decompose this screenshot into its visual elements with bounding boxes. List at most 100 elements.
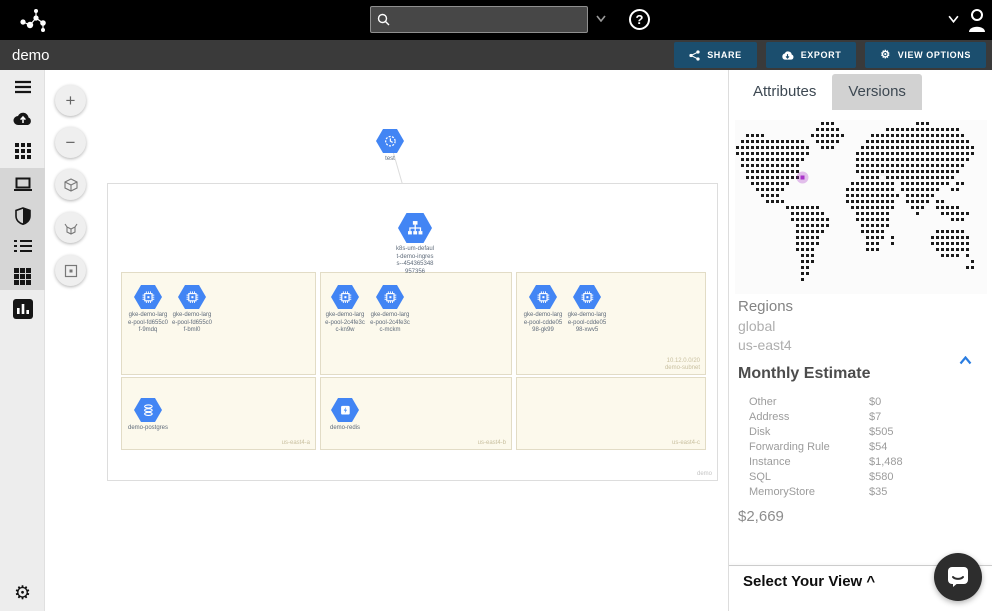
expand-view-button[interactable] [55,212,86,243]
tab-attributes[interactable]: Attributes [737,74,832,110]
list-icon [14,239,32,253]
view-options-label: VIEW OPTIONS [898,50,971,60]
view-options-button[interactable]: ⚙ VIEW OPTIONS [865,42,986,68]
estimate-row: Address $7 [749,411,969,423]
chat-icon [947,566,969,588]
help-icon[interactable]: ? [629,9,650,30]
region-item: us-east4 [738,337,792,353]
select-view-label: Select Your View [743,573,862,590]
sidebar-cloud-sync-button[interactable] [0,103,45,133]
estimate-label: SQL [749,471,771,483]
page-title: demo [12,47,674,64]
estimate-value: $0 [869,396,881,408]
box-corner-label: us-east4-b [478,440,506,447]
caret-up-icon: ^ [866,573,875,590]
gear-icon: ⚙ [880,50,890,61]
diagram-canvas[interactable]: demo 10.12.0.0/20demo-subnet us-east4-a … [45,70,728,611]
export-label: EXPORT [801,50,842,60]
search-input[interactable] [395,11,581,28]
node-label: demo-postgres [108,425,188,433]
estimate-label: MemoryStore [749,486,815,498]
user-avatar-icon[interactable] [966,7,988,33]
cube-icon [64,178,78,192]
shield-icon [15,207,31,225]
attributes-panel: Attributes Versions Regions global us-ea… [728,70,992,611]
share-icon [689,50,700,61]
share-button[interactable]: SHARE [674,42,757,68]
estimate-value: $580 [869,471,893,483]
account-caret-icon[interactable] [948,15,959,23]
export-button[interactable]: EXPORT [766,42,857,68]
estimate-value: $54 [869,441,887,453]
search-icon [377,13,390,26]
3d-view-button[interactable] [55,169,86,200]
estimate-row: Forwarding Rule $54 [749,441,969,453]
estimate-row: Disk $505 [749,426,969,438]
app-logo-icon[interactable] [16,6,56,34]
laptop-icon [13,177,33,192]
estimate-label: Disk [749,426,770,438]
estimate-row: Instance $1,488 [749,456,969,468]
header-actions: SHARE EXPORT ⚙ VIEW OPTIONS [674,42,986,68]
bar-chart-icon [13,299,33,319]
box-corner-label: demo [697,471,712,478]
estimate-label: Other [749,396,777,408]
hamburger-icon [14,80,32,94]
regions-title: Regions [738,298,793,315]
export-cloud-icon [781,50,794,61]
left-sidebar: ⚙ [0,70,45,611]
settings-gear-icon[interactable]: ⚙ [0,582,45,605]
estimate-value: $1,488 [869,456,903,468]
apps-grid-icon [15,143,31,159]
node-label: gke-demo-large-pool-cdde0598-xwv5 [547,312,627,335]
estimate-row: SQL $580 [749,471,969,483]
estimate-label: Address [749,411,789,423]
box-corner-label: 10.12.0.0/20demo-subnet [665,358,700,372]
sidebar-menu-button[interactable] [0,72,45,102]
estimate-label: Instance [749,456,791,468]
chat-widget-button[interactable] [934,553,982,601]
region-item: global [738,318,775,334]
sidebar-list-button[interactable] [0,231,45,261]
node-label: k8s-um-default-demo-ingress--45436534895… [375,246,455,276]
sidebar-environments-button[interactable] [0,136,45,166]
search-box [370,6,588,33]
node-label: gke-demo-large-pool-fd655c0f-bml0 [152,312,232,335]
estimate-total: $2,669 [738,508,784,525]
world-map-dots [735,120,987,288]
monthly-estimate-title: Monthly Estimate [738,365,870,383]
tab-versions[interactable]: Versions [832,74,922,110]
estimate-row: Other $0 [749,396,969,408]
node-label: test [350,156,430,164]
sidebar-table-button[interactable] [0,261,45,291]
grid-table-icon [14,268,31,285]
document-header-bar: demo SHARE EXPORT ⚙ VIEW OPTIONS [0,40,992,70]
select-your-view-toggle[interactable]: Select Your View ^ [743,573,875,590]
sidebar-reports-button[interactable] [0,294,45,324]
sidebar-security-button[interactable] [0,201,45,231]
zoom-in-button[interactable]: + [55,85,86,116]
top-navigation-bar: ? [0,0,992,40]
unfold-box-icon [64,221,78,235]
app-window: ? demo SHARE EXPORT [0,0,992,611]
estimate-label: Forwarding Rule [749,441,830,453]
zoom-out-button[interactable]: − [55,127,86,158]
estimate-row: MemoryStore $35 [749,486,969,498]
panel-tabs: Attributes Versions [729,70,992,110]
box-corner-label: us-east4-c [672,440,700,447]
node-label: demo-redis [305,425,385,433]
zone-box: us-east4-c [516,377,706,450]
node-label: gke-demo-large-pool-2c4fe3cc-mckm [350,312,430,335]
estimate-value: $505 [869,426,893,438]
cloud-upload-icon [13,111,33,126]
search-dropdown-caret-icon[interactable] [596,15,606,22]
collapse-chevron-icon[interactable] [959,356,972,365]
share-label: SHARE [707,50,742,60]
estimate-value: $7 [869,411,881,423]
center-target-icon [64,264,78,278]
estimate-value: $35 [869,486,887,498]
world-map [735,120,987,294]
region-marker [801,176,805,180]
sidebar-infrastructure-button[interactable] [0,169,45,199]
fit-to-screen-button[interactable] [55,255,86,286]
